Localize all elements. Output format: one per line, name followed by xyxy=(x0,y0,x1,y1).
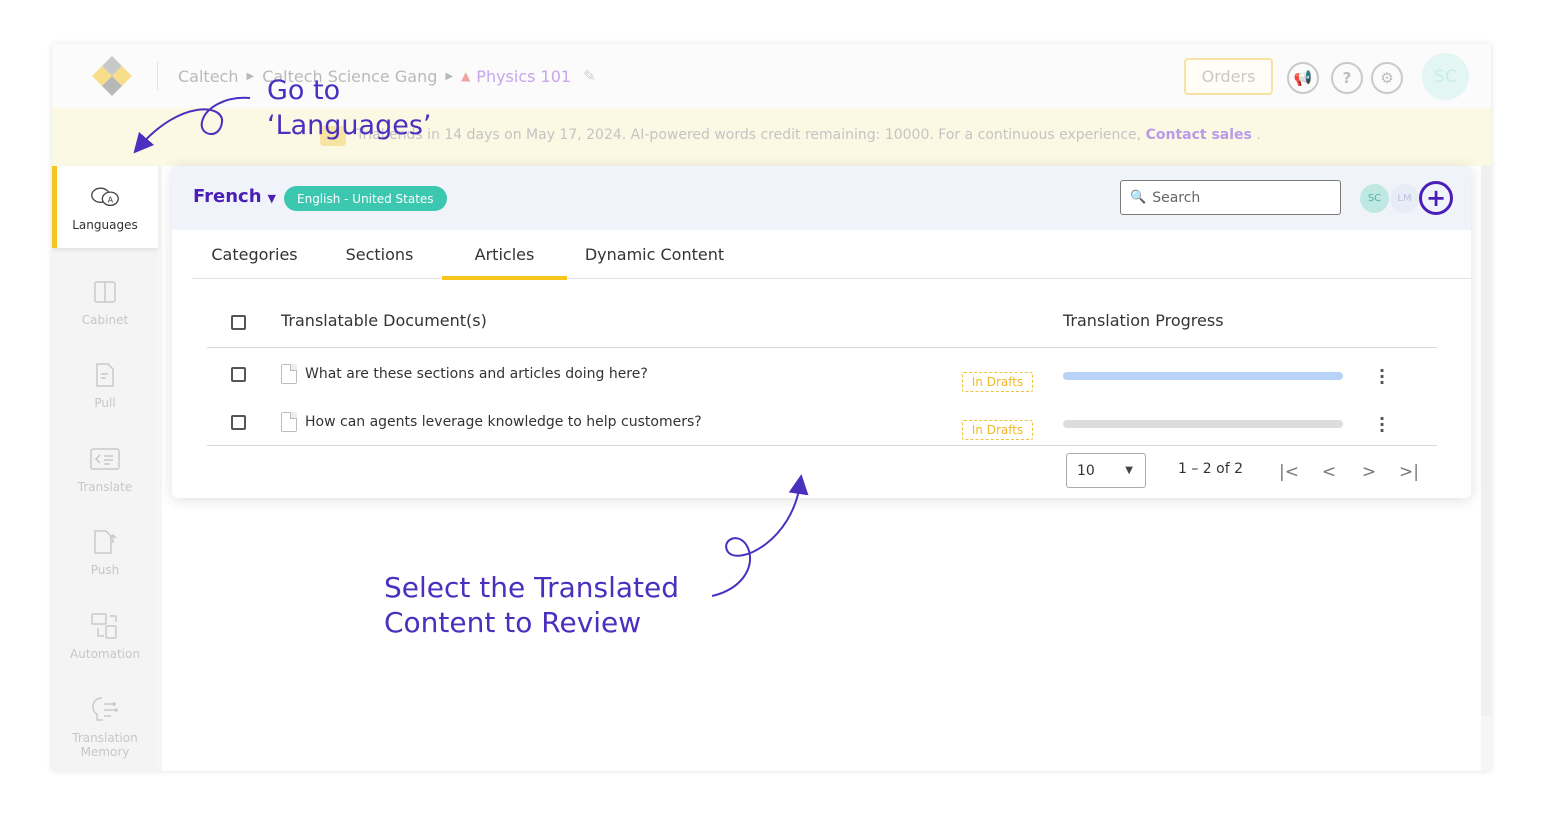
user-avatar[interactable]: SC xyxy=(1422,53,1469,100)
gear-icon[interactable]: ⚙ xyxy=(1371,62,1403,94)
banner-message: Trial ends in 14 days on May 17, 2024. A… xyxy=(356,127,1142,143)
translate-icon xyxy=(90,444,120,474)
page-size-select[interactable]: 10 ▼ xyxy=(1066,453,1146,488)
add-collaborator-button[interactable]: + xyxy=(1419,181,1453,215)
push-icon xyxy=(90,527,120,557)
row-checkbox[interactable] xyxy=(231,367,246,382)
document-icon xyxy=(281,412,297,432)
annotation-line: ‘Languages’ xyxy=(267,110,432,141)
help-icon[interactable]: ? xyxy=(1331,62,1363,94)
sidebar-item-cabinet[interactable]: Cabinet xyxy=(52,261,158,343)
content-tabs: Categories Sections Articles Dynamic Con… xyxy=(192,230,1471,280)
more-options-icon[interactable]: · · · xyxy=(1377,363,1387,391)
breadcrumb-separator-icon: ▶ xyxy=(445,70,454,82)
previous-page-icon[interactable]: < xyxy=(1317,462,1341,482)
automation-icon xyxy=(90,611,120,641)
select-all-checkbox[interactable] xyxy=(231,315,246,330)
sidebar-item-label: Push xyxy=(90,563,120,577)
page-size-value: 10 xyxy=(1077,462,1095,479)
breadcrumb-project[interactable]: Physics 101 xyxy=(476,67,571,86)
search-box[interactable]: 🔍 xyxy=(1120,180,1341,215)
breadcrumb-separator-icon: ▶ xyxy=(246,70,255,82)
svg-text:A: A xyxy=(108,195,114,204)
sidebar-item-pull[interactable]: Pull xyxy=(52,344,158,426)
app-logo xyxy=(92,56,132,96)
edit-pencil-icon[interactable]: ✎ xyxy=(583,67,596,85)
banner-suffix: . xyxy=(1256,127,1261,143)
annotation-go-to-languages: Go to ‘Languages’ xyxy=(267,73,431,143)
tab-articles[interactable]: Articles xyxy=(442,230,567,280)
translation-progress-bar xyxy=(1063,420,1343,428)
source-language-badge: English - United States xyxy=(284,186,447,211)
sidebar-item-label: Pull xyxy=(94,396,116,410)
orders-button[interactable]: Orders xyxy=(1184,58,1273,95)
banner-text: Trial ends in 14 days on May 17, 2024. A… xyxy=(356,127,1261,143)
search-input[interactable] xyxy=(1152,189,1333,206)
last-page-icon[interactable]: >| xyxy=(1397,462,1421,482)
annotation-line: Select the Translated xyxy=(384,571,680,604)
document-title[interactable]: What are these sections and articles doi… xyxy=(305,366,648,382)
megaphone-icon[interactable]: 📢 xyxy=(1287,62,1319,94)
column-header-progress: Translation Progress xyxy=(1063,311,1224,330)
sidebar-item-label: Automation xyxy=(70,647,140,661)
first-page-icon[interactable]: |< xyxy=(1277,462,1301,482)
document-icon xyxy=(281,364,297,384)
sidebar-item-translation-memory[interactable]: Translation Memory xyxy=(52,686,158,768)
languages-panel: French▼ English - United States 🔍 SC LM … xyxy=(172,166,1471,498)
project-icon: ▲ xyxy=(461,69,471,83)
language-name: French xyxy=(193,186,262,207)
pagination-range: 1 – 2 of 2 xyxy=(1178,461,1244,477)
table-footer-divider xyxy=(207,445,1437,446)
annotation-select-content: Select the Translated Content to Review xyxy=(384,570,679,640)
pull-icon xyxy=(90,360,120,390)
column-header-document: Translatable Document(s) xyxy=(281,311,487,330)
sidebar-item-label: Languages xyxy=(72,218,138,232)
cabinet-icon xyxy=(90,277,120,307)
collaborator-avatar[interactable]: SC xyxy=(1360,184,1389,213)
sidebar-item-translate[interactable]: Translate xyxy=(52,428,158,510)
translation-progress-bar xyxy=(1063,372,1343,380)
header-divider xyxy=(157,62,158,90)
contact-sales-link[interactable]: Contact sales xyxy=(1146,127,1252,143)
more-options-icon[interactable]: · · · xyxy=(1377,411,1387,439)
annotation-line: Go to xyxy=(267,75,341,106)
language-selector[interactable]: French ▼ xyxy=(193,186,276,207)
sidebar-item-automation[interactable]: Automation xyxy=(52,595,158,677)
caret-down-icon: ▼ xyxy=(1125,465,1133,476)
row-checkbox[interactable] xyxy=(231,415,246,430)
sidebar-item-push[interactable]: Push xyxy=(52,511,158,593)
tab-categories[interactable]: Categories xyxy=(192,230,317,279)
search-icon: 🔍 xyxy=(1130,190,1147,205)
scrollbar-track[interactable] xyxy=(1481,166,1491,716)
breadcrumb-org[interactable]: Caltech xyxy=(178,67,238,86)
languages-icon: A xyxy=(90,182,120,212)
table-row[interactable]: How can agents leverage knowledge to hel… xyxy=(207,406,1437,454)
sidebar-item-languages[interactable]: A Languages xyxy=(52,166,158,248)
progress-fill xyxy=(1063,372,1343,380)
tab-dynamic-content[interactable]: Dynamic Content xyxy=(567,230,742,279)
sidebar-item-label: Cabinet xyxy=(81,313,129,327)
tab-sections[interactable]: Sections xyxy=(317,230,442,279)
caret-down-icon: ▼ xyxy=(267,192,276,205)
table-header: Translatable Document(s) Translation Pro… xyxy=(207,296,1437,348)
panel-toolbar: French▼ English - United States 🔍 SC LM … xyxy=(172,166,1471,230)
sidebar-item-label: Translate xyxy=(77,480,133,494)
status-badge: In Drafts xyxy=(962,372,1033,392)
translation-memory-icon xyxy=(90,695,120,725)
table-row[interactable]: What are these sections and articles doi… xyxy=(207,358,1437,406)
sidebar-item-label: Translation Memory xyxy=(72,731,138,759)
next-page-icon[interactable]: > xyxy=(1357,462,1381,482)
status-badge: In Drafts xyxy=(962,420,1033,440)
document-title[interactable]: How can agents leverage knowledge to hel… xyxy=(305,414,702,430)
sidebar: A Languages Cabinet Pull Translate Push … xyxy=(52,166,158,771)
collaborator-avatar[interactable]: LM xyxy=(1390,184,1419,213)
annotation-line: Content to Review xyxy=(384,606,642,639)
